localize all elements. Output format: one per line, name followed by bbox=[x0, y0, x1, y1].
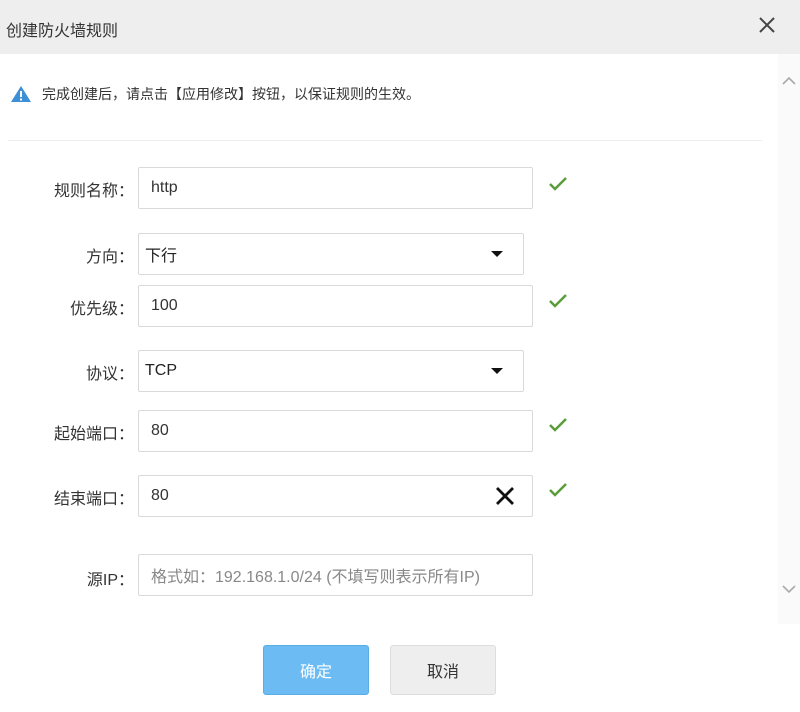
rule-name-label: 规则名称： bbox=[53, 183, 134, 200]
rule-name-checkmark-icon bbox=[549, 177, 567, 191]
close-icon bbox=[759, 17, 775, 33]
dialog-content: 完成创建后，请点击【应用修改】按钮，以保证规则的生效。 bbox=[0, 54, 778, 624]
priority-checkmark-icon bbox=[549, 294, 567, 308]
caret-down-icon bbox=[491, 368, 503, 374]
protocol-label: 协议： bbox=[85, 366, 134, 383]
chevron-down-icon[interactable] bbox=[782, 584, 796, 594]
source-ip-label: 源IP： bbox=[86, 572, 134, 589]
confirm-button[interactable]: 确定 bbox=[263, 645, 369, 695]
protocol-select[interactable]: TCP bbox=[138, 350, 524, 392]
chevron-up-icon[interactable] bbox=[782, 76, 796, 86]
priority-input[interactable]: 100 bbox=[138, 285, 533, 327]
direction-label: 方向： bbox=[85, 249, 134, 266]
end-port-input[interactable]: 80 bbox=[138, 475, 533, 517]
direction-select[interactable]: 下行 bbox=[138, 233, 524, 275]
clear-icon[interactable] bbox=[494, 485, 516, 507]
scrollbar[interactable] bbox=[778, 54, 800, 624]
divider bbox=[8, 140, 762, 141]
dialog-titlebar: 创建防火墙规则 bbox=[0, 0, 800, 54]
notice-banner: 完成创建后，请点击【应用修改】按钮，以保证规则的生效。 bbox=[10, 84, 420, 104]
start-port-label: 起始端口： bbox=[53, 426, 134, 443]
source-ip-input[interactable]: 格式如：192.168.1.0/24 (不填写则表示所有IP) bbox=[138, 554, 533, 596]
start-port-checkmark-icon bbox=[549, 418, 567, 432]
warning-icon bbox=[11, 86, 31, 102]
priority-label: 优先级： bbox=[69, 301, 134, 318]
cancel-button[interactable]: 取消 bbox=[390, 645, 496, 695]
start-port-input[interactable]: 80 bbox=[138, 410, 533, 452]
close-button[interactable] bbox=[752, 10, 782, 40]
notice-text: 完成创建后，请点击【应用修改】按钮，以保证规则的生效。 bbox=[42, 86, 420, 102]
dialog-title: 创建防火墙规则 bbox=[6, 23, 119, 40]
end-port-label: 结束端口： bbox=[53, 491, 134, 508]
caret-down-icon bbox=[491, 251, 503, 257]
rule-name-input[interactable]: http bbox=[138, 167, 533, 209]
end-port-checkmark-icon bbox=[549, 483, 567, 497]
